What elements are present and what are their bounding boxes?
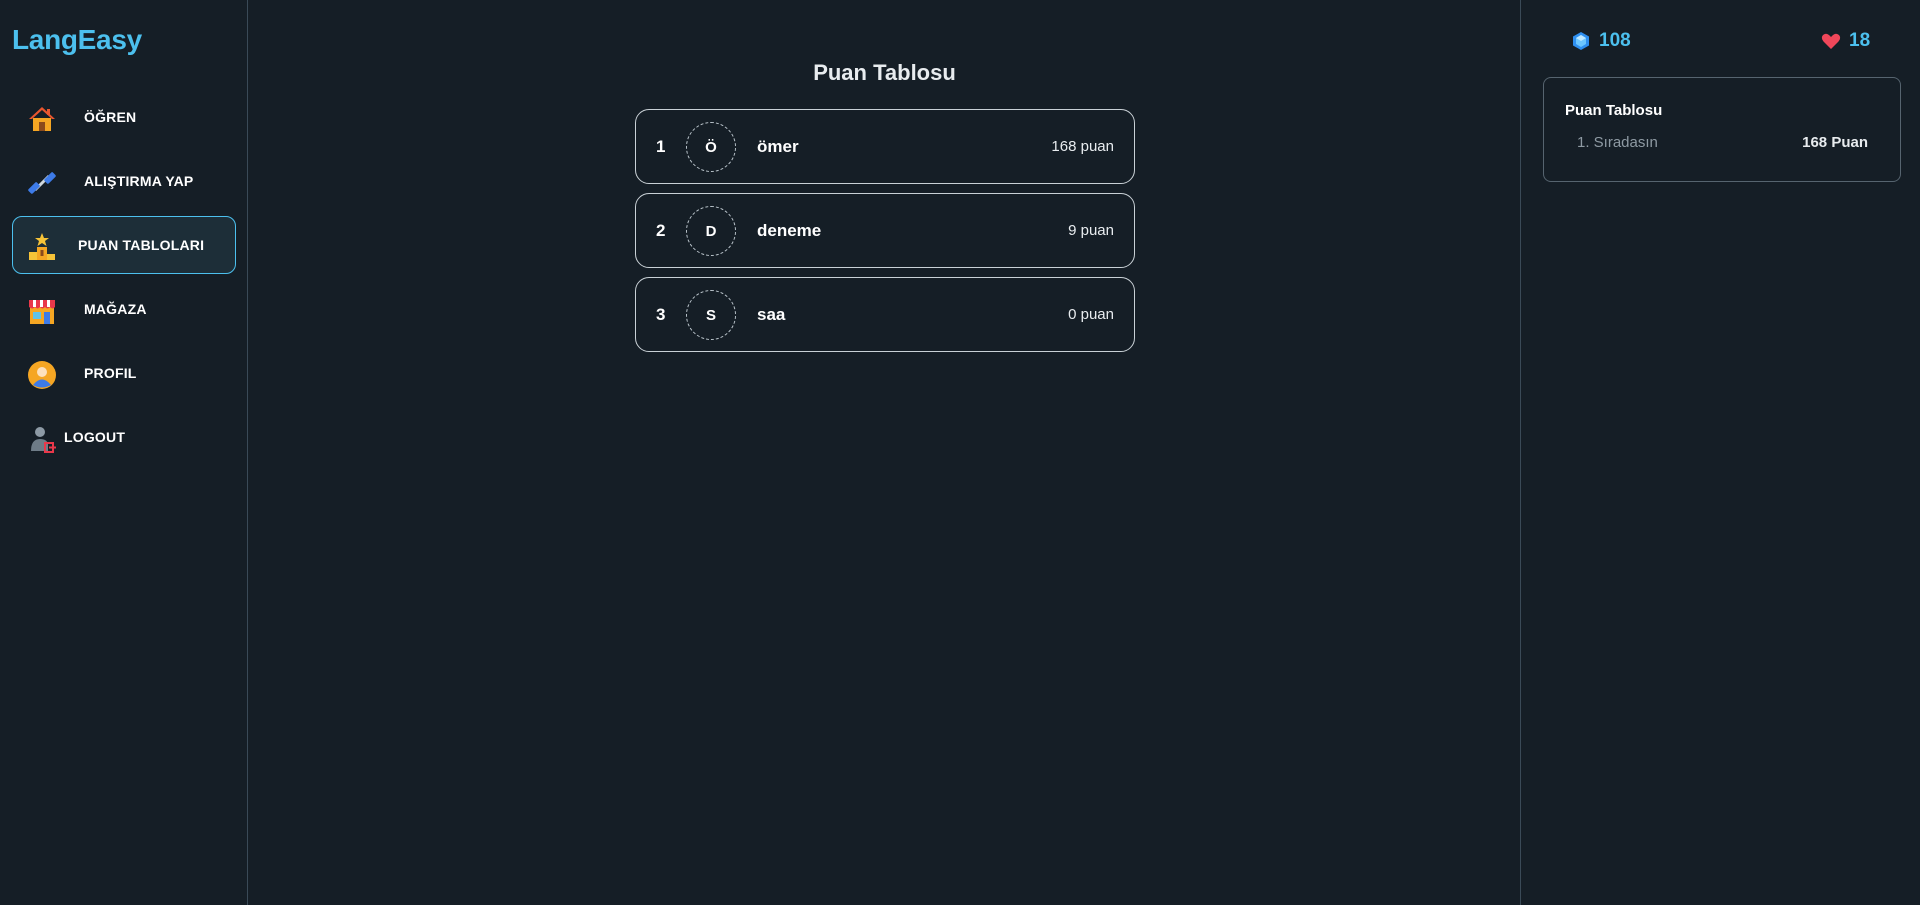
username: ömer <box>757 137 799 156</box>
heart-icon <box>1821 33 1841 49</box>
leaderboard-list: 1 Ö ömer 168 puan 2 D deneme 9 puan 3 S … <box>635 109 1135 361</box>
sidebar-item-leaderboards[interactable]: PUAN TABLOLARI <box>12 216 236 274</box>
main-content: Puan Tablosu 1 Ö ömer 168 puan 2 D denem… <box>249 0 1520 905</box>
sidebar-item-profile[interactable]: PROFIL <box>12 344 236 402</box>
sidebar: LangEasy ÖĞREN ALIŞTIRMA YAP PUAN TABLOL… <box>0 0 248 905</box>
sidebar-item-shop[interactable]: MAĞAZA <box>12 280 236 338</box>
house-icon <box>29 107 55 131</box>
sidebar-item-label: LOGOUT <box>64 429 126 445</box>
sidebar-item-label: ALIŞTIRMA YAP <box>84 173 194 189</box>
gems-value: 108 <box>1599 30 1631 51</box>
avatar: Ö <box>686 122 736 172</box>
rank-number: 3 <box>656 305 666 324</box>
leaderboard-summary-card: Puan Tablosu 1. Sıradasın 168 Puan <box>1543 77 1901 182</box>
page-title: Puan Tablosu <box>813 60 956 85</box>
app-root: LangEasy ÖĞREN ALIŞTIRMA YAP PUAN TABLOL… <box>0 0 1920 905</box>
leaderboard-row[interactable]: 3 S saa 0 puan <box>635 277 1135 352</box>
sidebar-item-label: ÖĞREN <box>84 109 137 125</box>
gems-counter[interactable]: 108 <box>1571 30 1631 52</box>
sidebar-item-learn[interactable]: ÖĞREN <box>12 88 236 146</box>
sidebar-item-practice[interactable]: ALIŞTIRMA YAP <box>12 152 236 210</box>
app-logo[interactable]: LangEasy <box>12 24 142 56</box>
sidebar-item-label: PROFIL <box>84 365 137 381</box>
leaderboard-row[interactable]: 2 D deneme 9 puan <box>635 193 1135 268</box>
sidebar-item-label: MAĞAZA <box>84 301 147 317</box>
dumbbell-icon <box>28 172 56 194</box>
right-panel: 108 18 Puan Tablosu 1. Sıradasın 168 Pua… <box>1520 0 1920 905</box>
sidebar-item-label: PUAN TABLOLARI <box>78 237 205 253</box>
podium-icon <box>29 233 55 260</box>
score: 168 puan <box>1051 138 1114 155</box>
hearts-counter[interactable]: 18 <box>1821 30 1870 52</box>
logout-icon <box>31 427 56 453</box>
score: 9 puan <box>1068 222 1114 239</box>
rank-number: 1 <box>656 137 666 156</box>
profile-icon <box>28 361 56 389</box>
hearts-value: 18 <box>1849 30 1871 51</box>
avatar: S <box>686 290 736 340</box>
leaderboard-row[interactable]: 1 Ö ömer 168 puan <box>635 109 1135 184</box>
shop-icon <box>29 300 55 324</box>
sidebar-nav: ÖĞREN ALIŞTIRMA YAP PUAN TABLOLARI MAĞAZ… <box>12 88 236 472</box>
avatar: D <box>686 206 736 256</box>
rank-number: 2 <box>656 221 666 240</box>
card-title: Puan Tablosu <box>1565 102 1663 119</box>
current-points: 168 Puan <box>1802 134 1868 151</box>
username: deneme <box>757 221 822 240</box>
gem-icon <box>1573 32 1589 50</box>
sidebar-item-logout[interactable]: LOGOUT <box>12 408 236 466</box>
username: saa <box>757 305 786 324</box>
score: 0 puan <box>1068 306 1114 323</box>
current-rank: 1. Sıradasın <box>1577 134 1658 151</box>
